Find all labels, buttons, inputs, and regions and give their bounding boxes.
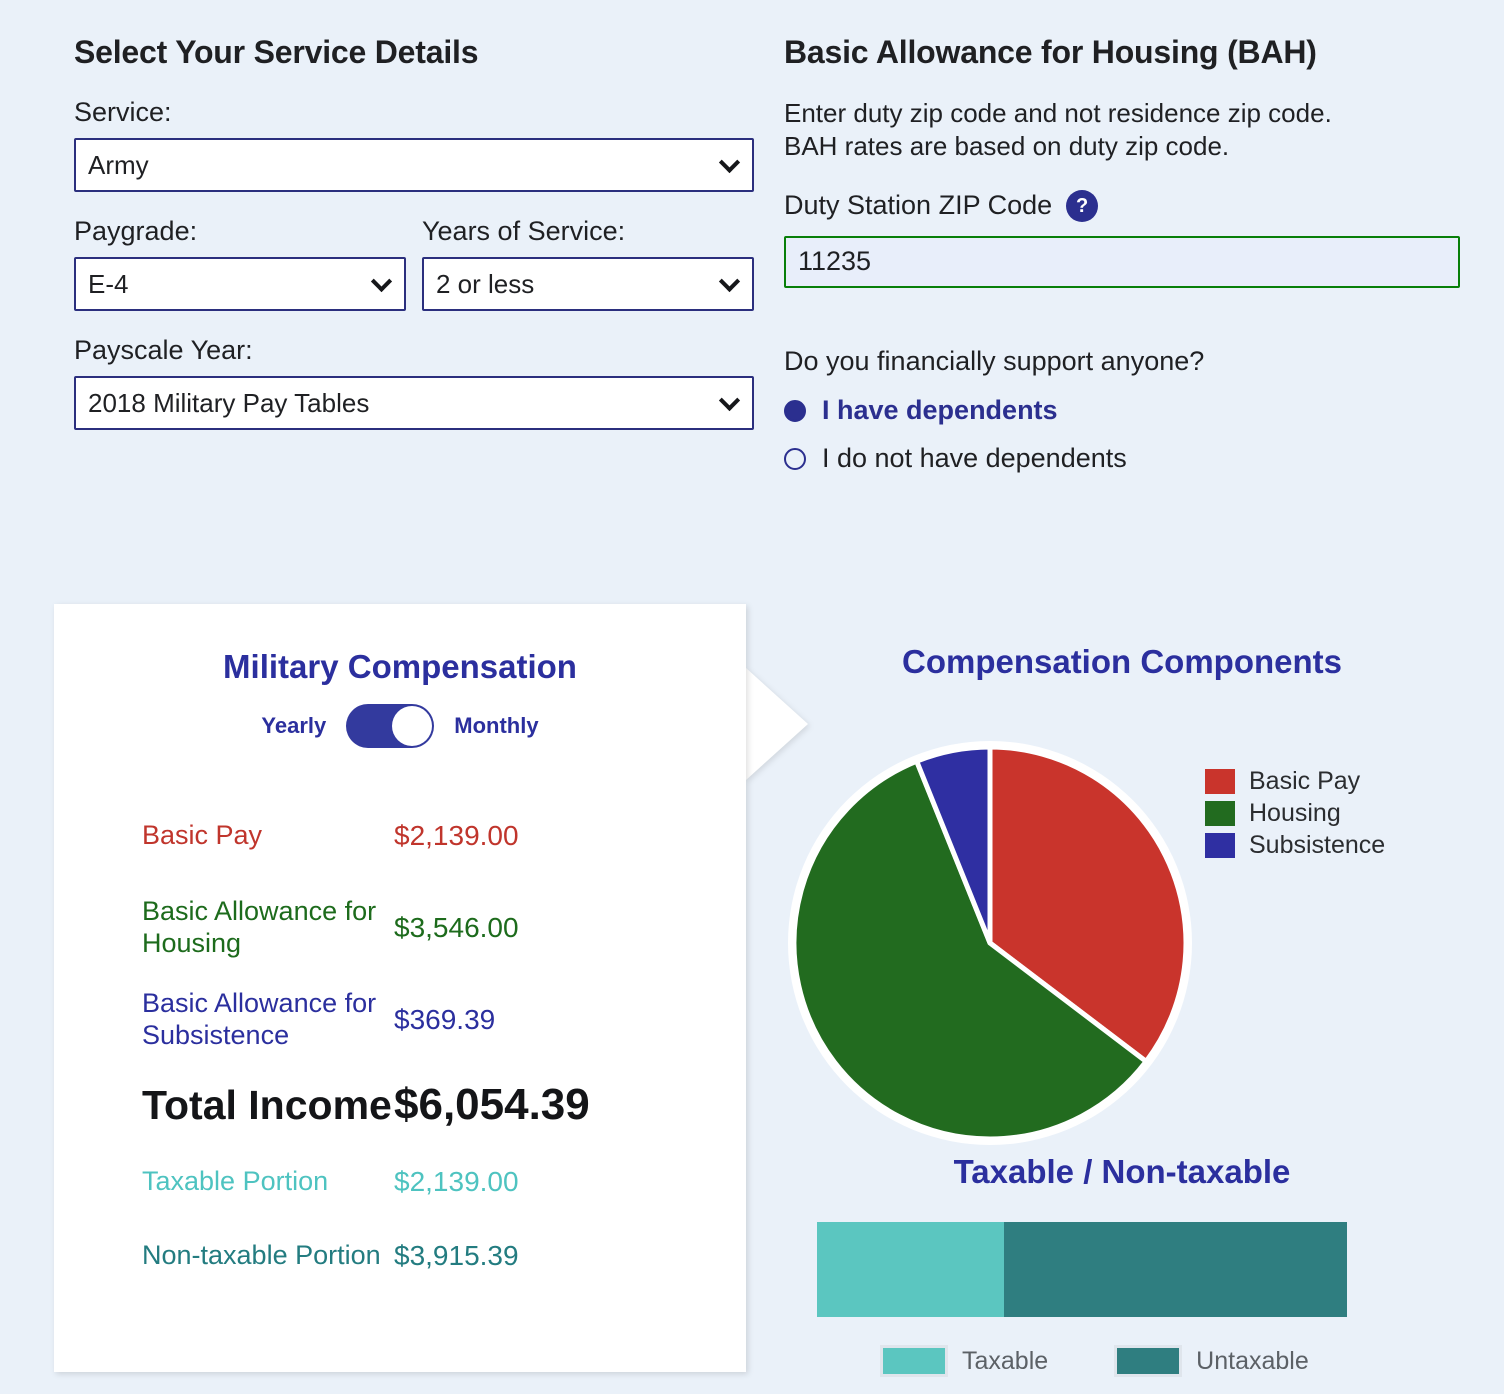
pay-name: Basic Pay — [142, 820, 263, 851]
bah-panel: Basic Allowance for Housing (BAH) Enter … — [784, 34, 1460, 483]
toggle-monthly-label[interactable]: Monthly — [454, 713, 538, 739]
form-area: Select Your Service Details Service: Arm… — [0, 0, 1504, 600]
bar-segment-untaxable — [1004, 1222, 1347, 1317]
legend-item-basic-pay: Basic Pay — [1205, 765, 1385, 797]
paygrade-years-row: Paygrade: E-4 Years of Service: 2 or les… — [74, 216, 754, 311]
period-toggle-switch[interactable] — [346, 704, 435, 748]
pay-row-housing: Basic Allowance for Housing $3,546.00 — [142, 896, 746, 960]
radio-have-dependents[interactable]: I have dependents — [784, 387, 1460, 435]
paygrade-label: Paygrade: — [74, 216, 198, 246]
bar-legend-swatch-untaxable — [1114, 1345, 1183, 1377]
payscale-year-label: Payscale Year: — [74, 335, 253, 365]
pie-body — [792, 745, 1188, 1141]
taxable-chart-title: Taxable / Non-taxable — [953, 1153, 1291, 1190]
nontaxable-portion-value: $3,915.39 — [394, 1240, 519, 1271]
total-income-label: Total Income — [142, 1081, 392, 1128]
taxable-portion-label: Taxable Portion — [142, 1166, 329, 1197]
nontaxable-portion-row: Non-taxable Portion $3,915.39 — [142, 1230, 746, 1282]
bah-title: Basic Allowance for Housing (BAH) — [784, 34, 1317, 70]
bar-legend-item-untaxable: Untaxable — [1114, 1345, 1309, 1377]
pay-row-subsistence: Basic Allowance for Subsistence $369.39 — [142, 988, 746, 1052]
toggle-yearly-label[interactable]: Yearly — [261, 713, 326, 739]
legend-label: Housing — [1249, 798, 1341, 827]
taxable-portion-value: $2,139.00 — [394, 1166, 519, 1197]
radio-no-dependents-label: I do not have dependents — [822, 443, 1127, 474]
components-chart-title: Compensation Components — [901, 643, 1342, 680]
pay-row-basic-pay: Basic Pay $2,139.00 — [142, 804, 746, 868]
years-of-service-label: Years of Service: — [422, 216, 626, 246]
service-field: Service: Army — [74, 97, 754, 192]
zip-label: Duty Station ZIP Code — [784, 190, 1053, 221]
bar-legend-swatch-taxable — [880, 1345, 948, 1377]
legend-label: Basic Pay — [1249, 766, 1361, 795]
dependents-question: Do you financially support anyone? — [784, 345, 1205, 376]
compensation-pie-chart — [790, 743, 1190, 1143]
years-of-service-select[interactable]: 2 or less — [422, 257, 754, 311]
taxable-stacked-bar — [817, 1222, 1347, 1317]
paygrade-select-wrap: E-4 — [74, 257, 406, 311]
legend-item-housing: Housing — [1205, 797, 1385, 829]
radio-have-dependents-label: I have dependents — [822, 395, 1058, 426]
taxable-portion-row: Taxable Portion $2,139.00 — [142, 1156, 746, 1208]
total-income-row: Total Income $6,054.39 — [142, 1080, 746, 1130]
taxable-bar-legend: Taxable Untaxable — [880, 1345, 1309, 1377]
bar-legend-label: Taxable — [962, 1346, 1049, 1375]
pay-name: Basic Allowance for Housing — [142, 896, 377, 958]
service-details-title: Select Your Service Details — [74, 34, 479, 70]
paygrade-field: Paygrade: E-4 — [74, 216, 406, 311]
service-details-panel: Select Your Service Details Service: Arm… — [74, 34, 754, 430]
years-of-service-field: Years of Service: 2 or less — [422, 216, 754, 311]
military-compensation-card: Military Compensation Yearly Monthly Bas… — [54, 604, 746, 1372]
bah-help-text: Enter duty zip code and not residence zi… — [784, 98, 1332, 162]
zip-label-row: Duty Station ZIP Code ? — [784, 189, 1460, 222]
radio-unselected-icon[interactable] — [784, 447, 806, 470]
bar-legend-label: Untaxable — [1196, 1346, 1309, 1375]
legend-item-subsistence: Subsistence — [1205, 829, 1385, 861]
pay-value: $2,139.00 — [394, 820, 519, 851]
paygrade-select[interactable]: E-4 — [74, 257, 406, 311]
pay-breakdown-list: Basic Pay $2,139.00 Basic Allowance for … — [54, 804, 746, 1282]
service-select[interactable]: Army — [74, 138, 754, 192]
legend-label: Subsistence — [1249, 830, 1386, 859]
total-income-value: $6,054.39 — [394, 1080, 590, 1129]
card-title: Military Compensation — [223, 648, 577, 685]
legend-swatch-basic-pay — [1205, 768, 1235, 794]
zip-input[interactable] — [784, 235, 1460, 288]
pie-svg — [792, 745, 1188, 1141]
radio-selected-icon[interactable] — [784, 399, 806, 422]
service-label: Service: — [74, 97, 172, 127]
service-select-wrap: Army — [74, 138, 754, 192]
pie-legend: Basic Pay Housing Subsistence — [1205, 765, 1385, 861]
bar-legend-item-taxable: Taxable — [880, 1345, 1048, 1377]
pay-value: $3,546.00 — [394, 912, 519, 943]
payscale-year-select[interactable]: 2018 Military Pay Tables — [74, 376, 754, 430]
period-toggle-row: Yearly Monthly — [54, 704, 746, 748]
toggle-knob — [392, 706, 433, 746]
payscale-year-select-wrap: 2018 Military Pay Tables — [74, 376, 754, 430]
bar-segment-taxable — [817, 1222, 1005, 1317]
legend-swatch-subsistence — [1205, 832, 1235, 858]
radio-no-dependents[interactable]: I do not have dependents — [784, 435, 1460, 483]
pay-name: Basic Allowance for Subsistence — [142, 988, 377, 1050]
question-mark-icon[interactable]: ? — [1066, 189, 1099, 222]
legend-swatch-housing — [1205, 800, 1235, 826]
payscale-year-field: Payscale Year: 2018 Military Pay Tables — [74, 335, 754, 430]
pay-value: $369.39 — [394, 1004, 496, 1035]
years-of-service-select-wrap: 2 or less — [422, 257, 754, 311]
nontaxable-portion-label: Non-taxable Portion — [142, 1240, 381, 1271]
